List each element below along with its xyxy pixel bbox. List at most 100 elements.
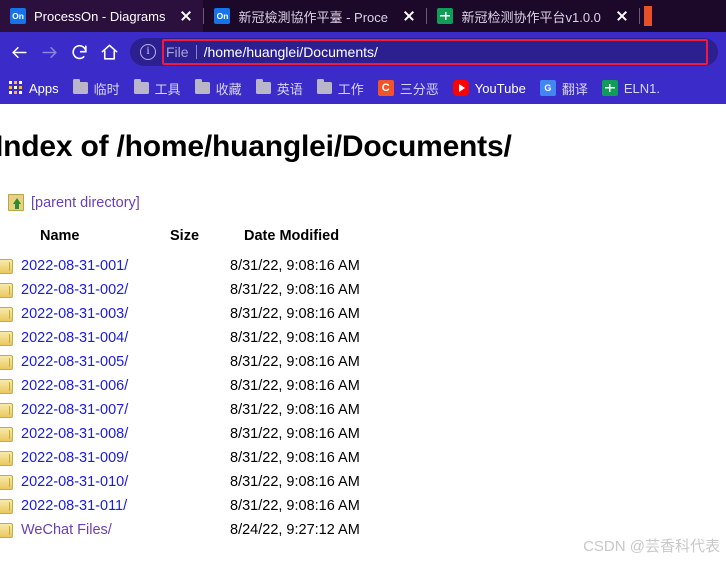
bookmark-sanfene[interactable]: C 三分恶 [371,76,446,100]
info-circle-icon[interactable] [140,43,156,60]
file-size [170,350,230,374]
file-date: 8/31/22, 9:08:16 AM [230,354,360,370]
table-row[interactable]: 2022-08-31-007/ 8/31/22, 9:08:16 AM [0,398,360,422]
bookmark-fanyi[interactable]: G 翻译 [533,76,595,100]
browser-tab-partial[interactable] [643,6,652,26]
browser-toolbar: File /home/huanglei/Documents/ [0,32,726,72]
table-row[interactable]: 2022-08-31-010/ 8/31/22, 9:08:16 AM [0,470,360,494]
table-row[interactable]: 2022-08-31-001/ 8/31/22, 9:08:16 AM [0,254,360,278]
parent-directory-label: [parent directory] [31,194,140,211]
tab-divider [638,8,640,24]
bookmark-apps[interactable]: Apps [2,76,66,100]
folder-icon [0,306,13,322]
bookmark-gongzuo[interactable]: 工作 [310,76,371,100]
apps-grid-icon [9,81,23,95]
back-arrow-icon[interactable] [4,37,34,67]
table-row[interactable]: WeChat Files/ 8/24/22, 9:27:12 AM [0,518,360,542]
url-divider [195,45,197,59]
column-header-size[interactable]: Size [170,228,230,254]
file-link[interactable]: 2022-08-31-009/ [21,450,128,466]
browser-tab-2[interactable]: On 新冠檢測協作平臺 - Process [204,0,426,32]
tab-title: ProcessOn - Diagrams [34,8,166,24]
file-link[interactable]: 2022-08-31-003/ [21,306,128,322]
file-link[interactable]: WeChat Files/ [21,522,112,538]
url-scheme-label: File [166,44,189,60]
file-date: 8/31/22, 9:08:16 AM [230,402,360,418]
file-link[interactable]: 2022-08-31-011/ [21,498,127,514]
tab-strip: On ProcessOn - Diagrams On 新冠檢測協作平臺 - Pr… [0,0,726,32]
close-icon[interactable] [177,7,195,25]
folder-icon [0,282,13,298]
processon-icon: On [10,8,26,24]
bookmark-eln1[interactable]: ELN1. [595,76,667,100]
table-row[interactable]: 2022-08-31-011/ 8/31/22, 9:08:16 AM [0,494,360,518]
bookmark-yingyu[interactable]: 英语 [249,76,310,100]
file-size [170,518,230,542]
file-link[interactable]: 2022-08-31-005/ [21,354,128,370]
forward-arrow-icon[interactable] [34,37,64,67]
bookmark-linshi[interactable]: 临时 [66,76,127,100]
browser-tab-1[interactable]: On ProcessOn - Diagrams [0,0,204,32]
table-row[interactable]: 2022-08-31-005/ 8/31/22, 9:08:16 AM [0,350,360,374]
file-link[interactable]: 2022-08-31-001/ [21,258,128,274]
file-link[interactable]: 2022-08-31-002/ [21,282,128,298]
folder-icon [0,498,13,514]
bookmark-label: 收藏 [215,81,242,97]
bookmark-youtube[interactable]: YouTube [446,76,533,100]
file-link[interactable]: 2022-08-31-004/ [21,330,128,346]
table-row[interactable]: 2022-08-31-002/ 8/31/22, 9:08:16 AM [0,278,360,302]
file-size [170,470,230,494]
folder-icon [0,522,13,538]
table-row[interactable]: 2022-08-31-006/ 8/31/22, 9:08:16 AM [0,374,360,398]
table-row[interactable]: 2022-08-31-004/ 8/31/22, 9:08:16 AM [0,326,360,350]
column-header-date[interactable]: Date Modified [230,228,360,254]
folder-icon [0,450,13,466]
address-bar[interactable]: File /home/huanglei/Documents/ [130,38,718,66]
bookmarks-bar: Apps 临时 工具 收藏 英语 工作 C 三分恶 YouTube G 翻译 E… [0,72,726,104]
file-link[interactable]: 2022-08-31-007/ [21,402,128,418]
close-icon[interactable] [400,7,418,25]
table-row[interactable]: 2022-08-31-003/ 8/31/22, 9:08:16 AM [0,302,360,326]
close-icon[interactable] [613,7,631,25]
file-date: 8/31/22, 9:08:16 AM [230,378,360,394]
folder-icon [316,79,332,94]
column-header-name[interactable]: Name [0,228,170,254]
folder-icon [255,79,271,94]
bookmark-label: 翻译 [561,81,588,97]
file-link[interactable]: 2022-08-31-006/ [21,378,128,394]
bookmark-gongju[interactable]: 工具 [127,76,188,100]
tab-title: 新冠检测协作平台v1.0.0 [461,9,601,25]
csdn-icon: C [377,80,394,96]
file-date: 8/31/22, 9:08:16 AM [230,426,360,442]
file-size [170,302,230,326]
file-size [170,374,230,398]
file-size [170,254,230,278]
file-size [170,326,230,350]
bookmark-label: 英语 [276,81,303,97]
bookmark-label: 工具 [154,81,181,97]
watermark: CSDN @芸香科代表 [583,538,720,555]
bookmark-shoucang[interactable]: 收藏 [188,76,249,100]
google-sheets-icon [601,80,618,96]
browser-tab-3[interactable]: 新冠检测协作平台v1.0.0 [427,0,638,32]
table-row[interactable]: 2022-08-31-009/ 8/31/22, 9:08:16 AM [0,446,360,470]
table-row[interactable]: 2022-08-31-008/ 8/31/22, 9:08:16 AM [0,422,360,446]
file-size [170,494,230,518]
folder-icon [0,474,13,490]
reload-icon[interactable] [64,37,94,67]
file-date: 8/31/22, 9:08:16 AM [230,498,360,514]
file-link[interactable]: 2022-08-31-010/ [21,474,128,490]
home-icon[interactable] [94,37,124,67]
file-date: 8/24/22, 9:27:12 AM [230,522,360,538]
file-link[interactable]: 2022-08-31-008/ [21,426,128,442]
file-date: 8/31/22, 9:08:16 AM [230,474,360,490]
bookmark-label: ELN1. [623,80,660,96]
folder-icon [133,79,149,94]
file-date: 8/31/22, 9:08:16 AM [230,450,360,466]
youtube-icon [452,80,469,96]
parent-directory-link[interactable]: [parent directory] [8,194,140,211]
folder-icon [194,79,210,94]
url-path-text: /home/huanglei/Documents/ [203,44,378,60]
bookmark-label: 三分恶 [399,81,439,97]
url-highlight-box[interactable]: File /home/huanglei/Documents/ [162,39,708,65]
